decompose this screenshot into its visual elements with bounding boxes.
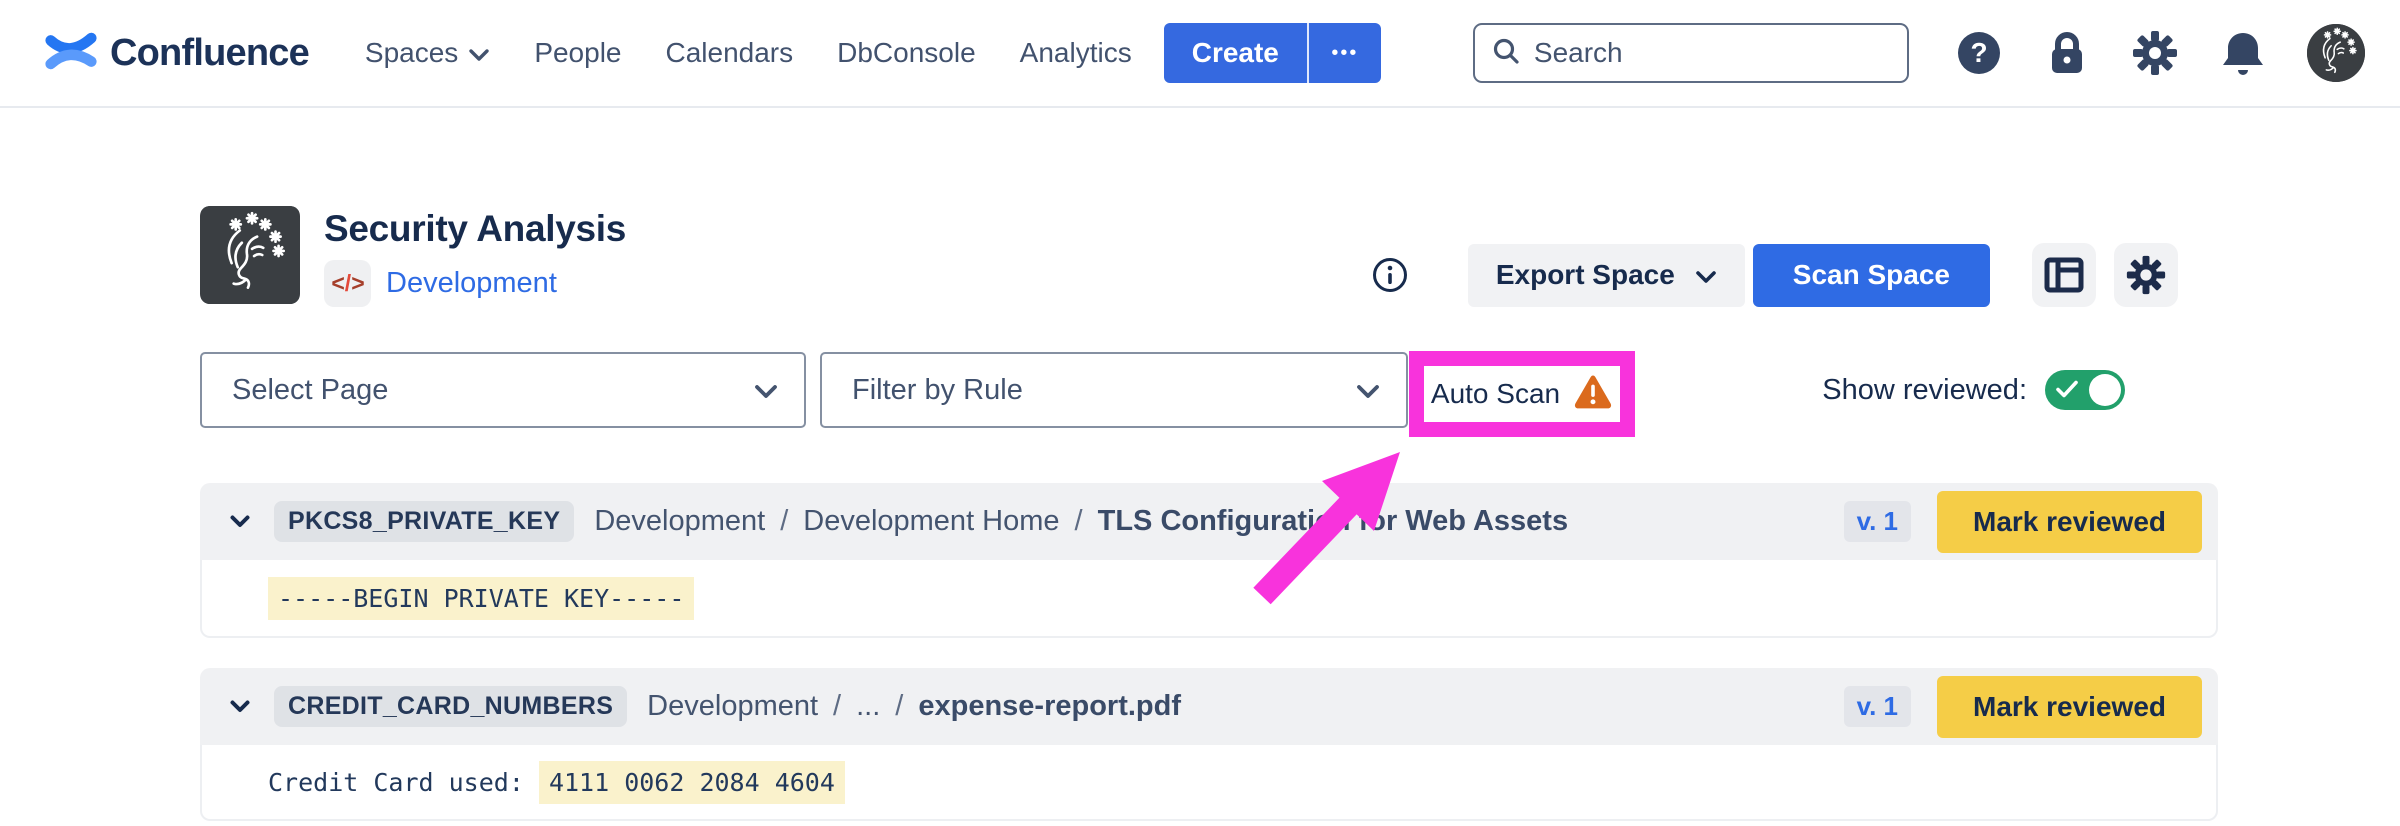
space-link[interactable]: Development — [386, 267, 557, 300]
search-input[interactable] — [1534, 37, 1854, 69]
warning-icon — [1573, 374, 1613, 415]
export-space-button[interactable]: Export Space — [1468, 244, 1745, 307]
version-badge[interactable]: v. 1 — [1844, 501, 1911, 542]
filter-by-rule-dropdown[interactable]: Filter by Rule — [820, 352, 1408, 428]
confluence-logo-icon — [45, 26, 97, 81]
scan-space-button[interactable]: Scan Space — [1753, 244, 1990, 307]
create-split-button: Create ••• — [1164, 23, 1381, 83]
top-navigation-bar: Confluence Spaces People Calendars DbCon… — [0, 0, 2400, 108]
breadcrumb-item[interactable]: Development — [647, 690, 818, 723]
annotation-highlight-box: Auto Scan — [1409, 351, 1635, 437]
help-icon[interactable]: ? — [1955, 29, 2003, 77]
show-reviewed-control: Show reviewed: — [1822, 352, 2125, 428]
code-icon: </> — [324, 260, 371, 307]
finding-row: PKCS8_PRIVATE_KEY Development / Developm… — [200, 483, 2218, 560]
chevron-down-icon — [1695, 259, 1717, 291]
svg-text:?: ? — [1970, 37, 1987, 68]
sensitive-text-highlight: 4111 0062 2084 4604 — [539, 761, 845, 804]
bell-icon[interactable] — [2219, 29, 2267, 77]
search-icon — [1491, 36, 1521, 71]
show-reviewed-toggle[interactable] — [2045, 370, 2125, 410]
collapse-chevron-icon[interactable] — [226, 700, 254, 713]
finding-card: CREDIT_CARD_NUMBERS Development / ... / … — [200, 668, 2218, 821]
space-avatar — [200, 206, 300, 304]
nav-item-people[interactable]: People — [534, 37, 621, 69]
nav-menu: Spaces People Calendars DbConsole Analyt… — [365, 37, 1132, 69]
header-actions: Export Space Scan Space — [1372, 243, 2178, 307]
show-reviewed-label: Show reviewed: — [1822, 374, 2027, 407]
lock-icon[interactable] — [2043, 29, 2091, 77]
finding-row: CREDIT_CARD_NUMBERS Development / ... / … — [200, 668, 2218, 745]
info-icon[interactable] — [1372, 257, 1408, 293]
nav-icon-group: ? — [1955, 24, 2365, 82]
version-badge[interactable]: v. 1 — [1844, 686, 1911, 727]
mark-reviewed-button[interactable]: Mark reviewed — [1937, 491, 2202, 553]
search-box[interactable] — [1473, 23, 1909, 83]
nav-item-spaces[interactable]: Spaces — [365, 37, 490, 69]
breadcrumb-item[interactable]: Development — [594, 505, 765, 538]
create-more-button[interactable]: ••• — [1307, 23, 1381, 83]
chevron-down-icon — [1356, 374, 1380, 407]
mark-reviewed-button[interactable]: Mark reviewed — [1937, 676, 2202, 738]
check-icon — [2056, 380, 2078, 398]
page-title: Security Analysis — [324, 208, 626, 250]
auto-scan-label[interactable]: Auto Scan — [1431, 378, 1560, 410]
sidebar-layout-button[interactable] — [2032, 243, 2096, 307]
breadcrumb: Development / ... / expense-report.pdf — [647, 690, 1181, 723]
confluence-logo[interactable]: Confluence — [45, 26, 309, 81]
page-header: Security Analysis </> Development — [200, 206, 626, 307]
nav-item-analytics[interactable]: Analytics — [1020, 37, 1132, 69]
chevron-down-icon — [754, 374, 778, 407]
user-avatar[interactable] — [2307, 24, 2365, 82]
breadcrumb: Development / Development Home / TLS Con… — [594, 505, 1568, 538]
breadcrumb-item[interactable]: ... — [856, 690, 880, 723]
finding-content: Credit Card used: 4111 0062 2084 4604 — [200, 745, 2218, 821]
breadcrumb-page[interactable]: expense-report.pdf — [918, 690, 1181, 723]
finding-card: PKCS8_PRIVATE_KEY Development / Developm… — [200, 483, 2218, 638]
rule-badge: CREDIT_CARD_NUMBERS — [274, 686, 627, 727]
create-button[interactable]: Create — [1164, 23, 1307, 83]
nav-item-dbconsole[interactable]: DbConsole — [837, 37, 976, 69]
confluence-wordmark: Confluence — [110, 32, 309, 75]
finding-content: -----BEGIN PRIVATE KEY----- — [200, 560, 2218, 638]
rule-badge: PKCS8_PRIVATE_KEY — [274, 501, 574, 542]
chevron-down-icon — [468, 37, 490, 69]
nav-item-calendars[interactable]: Calendars — [666, 37, 794, 69]
collapse-chevron-icon[interactable] — [226, 515, 254, 528]
select-page-dropdown[interactable]: Select Page — [200, 352, 806, 428]
space-settings-button[interactable] — [2114, 243, 2178, 307]
sensitive-text-highlight: -----BEGIN PRIVATE KEY----- — [268, 577, 694, 620]
gear-icon[interactable] — [2131, 29, 2179, 77]
toggle-knob — [2089, 374, 2121, 406]
breadcrumb-page[interactable]: TLS Configuration for Web Assets — [1098, 505, 1568, 538]
confluence-security-analysis-page: Confluence Spaces People Calendars DbCon… — [0, 0, 2400, 826]
breadcrumb-item[interactable]: Development Home — [803, 505, 1059, 538]
